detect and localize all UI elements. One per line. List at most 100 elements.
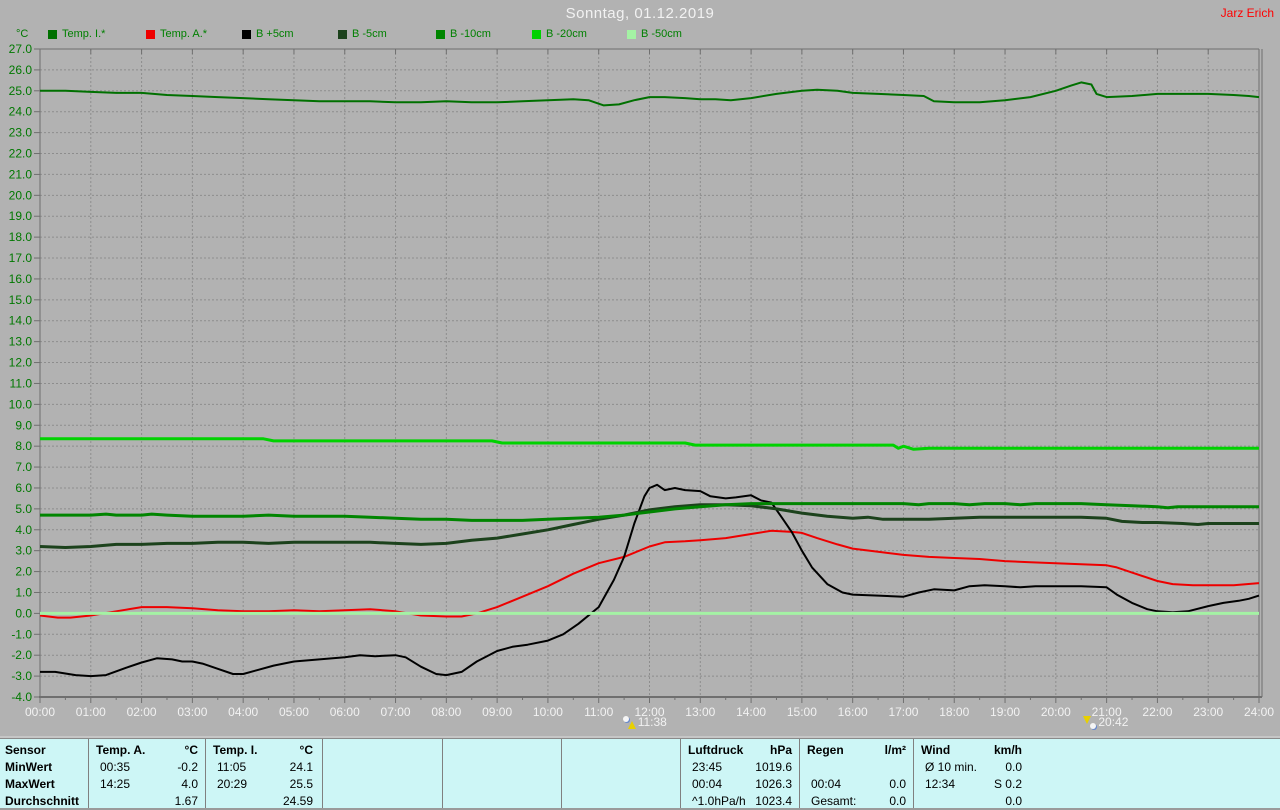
svg-text:26.0: 26.0 [9,63,33,77]
table-divider [442,739,443,809]
svg-text:16:00: 16:00 [838,705,868,719]
svg-text:1.0: 1.0 [15,585,32,599]
stats-cell: 1026.3 [755,777,792,791]
stats-cell: hPa [769,743,792,757]
svg-text:04:00: 04:00 [228,705,258,719]
svg-text:23:00: 23:00 [1193,705,1223,719]
sun-marker-up: 11:38 [622,715,667,729]
svg-text:10:00: 10:00 [533,705,563,719]
svg-text:22:00: 22:00 [1142,705,1172,719]
table-divider [913,739,914,809]
stats-cell: 1023.4 [755,794,792,808]
svg-text:19:00: 19:00 [990,705,1020,719]
svg-text:7.0: 7.0 [15,460,32,474]
stats-cell: Sensor [5,743,46,757]
svg-text:0.0: 0.0 [15,606,32,620]
gridlines [40,48,1259,697]
svg-text:11:00: 11:00 [584,705,613,719]
svg-text:05:00: 05:00 [279,705,309,719]
axis-labels: -4.0 -3.0 -2.0 -1.0 0.0 1.0 2.0 3.0 4.0 5.0 6.0 7.0… [9,42,1275,719]
svg-text:15:00: 15:00 [787,705,817,719]
svg-text:3.0: 3.0 [15,544,32,558]
svg-text:01:00: 01:00 [76,705,106,719]
table-divider [799,739,800,809]
axes [34,48,1263,703]
weather-day-chart-page: Sonntag, 01.12.2019 Jarz Erich °C Temp. … [0,0,1280,810]
svg-text:10.0: 10.0 [9,397,33,411]
svg-text:25.0: 25.0 [9,84,33,98]
temperature-line-chart: -4.0 -3.0 -2.0 -1.0 0.0 1.0 2.0 3.0 4.0 5.0 6.0 7.0… [9,42,1275,719]
svg-text:9.0: 9.0 [15,418,32,432]
svg-text:2.0: 2.0 [15,565,32,579]
table-divider [88,739,89,809]
table-divider [205,739,206,809]
table-divider [561,739,562,809]
stats-cell: MinWert [5,760,53,774]
svg-text:22.0: 22.0 [9,147,33,161]
stats-cell: S 0.2 [993,777,1022,791]
stats-cell: 0.0 [889,794,906,808]
stats-cell: 0.0 [889,777,906,791]
svg-text:13:00: 13:00 [685,705,715,719]
sun-marker-down: 20:42 [1083,715,1128,729]
sun-marker-time: 20:42 [1098,715,1129,729]
series-layer [39,81,1260,678]
stats-cell: Durchschnitt [5,794,80,808]
stats-cell: l/m² [884,743,906,757]
sun-marker-time: 11:38 [637,715,667,729]
table-divider [322,739,323,809]
svg-text:03:00: 03:00 [177,705,207,719]
svg-text:00:00: 00:00 [25,705,55,719]
svg-text:16.0: 16.0 [9,272,33,286]
svg-text:5.0: 5.0 [15,502,32,516]
stats-cell: 0.0 [1005,794,1022,808]
stats-cell: 0.0 [1005,760,1022,774]
svg-text:20:00: 20:00 [1041,705,1071,719]
svg-text:-1.0: -1.0 [11,627,32,641]
table-divider [680,739,681,809]
svg-text:6.0: 6.0 [15,481,32,495]
svg-text:24:00: 24:00 [1244,705,1274,719]
svg-text:24.0: 24.0 [9,105,33,119]
svg-text:-3.0: -3.0 [11,669,32,683]
svg-text:06:00: 06:00 [330,705,360,719]
svg-text:23.0: 23.0 [9,126,33,140]
svg-text:14.0: 14.0 [9,314,33,328]
stats-cell: 25.5 [289,777,313,791]
stats-cell: km/h [993,743,1022,757]
stats-cell: 24.1 [289,760,313,774]
svg-text:-4.0: -4.0 [11,690,32,704]
svg-text:17:00: 17:00 [888,705,918,719]
svg-text:-2.0: -2.0 [11,648,32,662]
stats-cell: °C [299,743,313,757]
stats-cell: 4.0 [181,777,198,791]
svg-text:08:00: 08:00 [431,705,461,719]
stats-cell: 24.59 [282,794,313,808]
sun-down-icon [1083,715,1097,729]
svg-text:07:00: 07:00 [381,705,411,719]
svg-text:27.0: 27.0 [9,42,33,56]
svg-text:11.0: 11.0 [10,376,33,390]
svg-text:19.0: 19.0 [9,209,33,223]
svg-text:14:00: 14:00 [736,705,766,719]
series-b--20cm [40,437,1259,451]
stats-cell: 1019.6 [755,760,792,774]
stats-cell: °C [184,743,198,757]
svg-text:18:00: 18:00 [939,705,969,719]
stats-cell: 1.67 [174,794,198,808]
svg-text:02:00: 02:00 [127,705,157,719]
svg-text:17.0: 17.0 [9,251,33,265]
svg-text:18.0: 18.0 [9,230,33,244]
daily-statistics-table: Sensor MinWert MaxWert Durchschnitt Temp. A.… [0,738,1280,809]
svg-text:12.0: 12.0 [9,356,33,370]
svg-text:15.0: 15.0 [9,293,33,307]
stats-cell: MaxWert [5,777,55,791]
stats-cell: -0.2 [177,760,198,774]
svg-text:21.0: 21.0 [9,167,33,181]
sun-up-icon [622,715,636,729]
svg-text:09:00: 09:00 [482,705,512,719]
svg-text:13.0: 13.0 [9,335,33,349]
svg-text:8.0: 8.0 [15,439,32,453]
svg-text:4.0: 4.0 [15,523,32,537]
svg-text:20.0: 20.0 [9,188,33,202]
